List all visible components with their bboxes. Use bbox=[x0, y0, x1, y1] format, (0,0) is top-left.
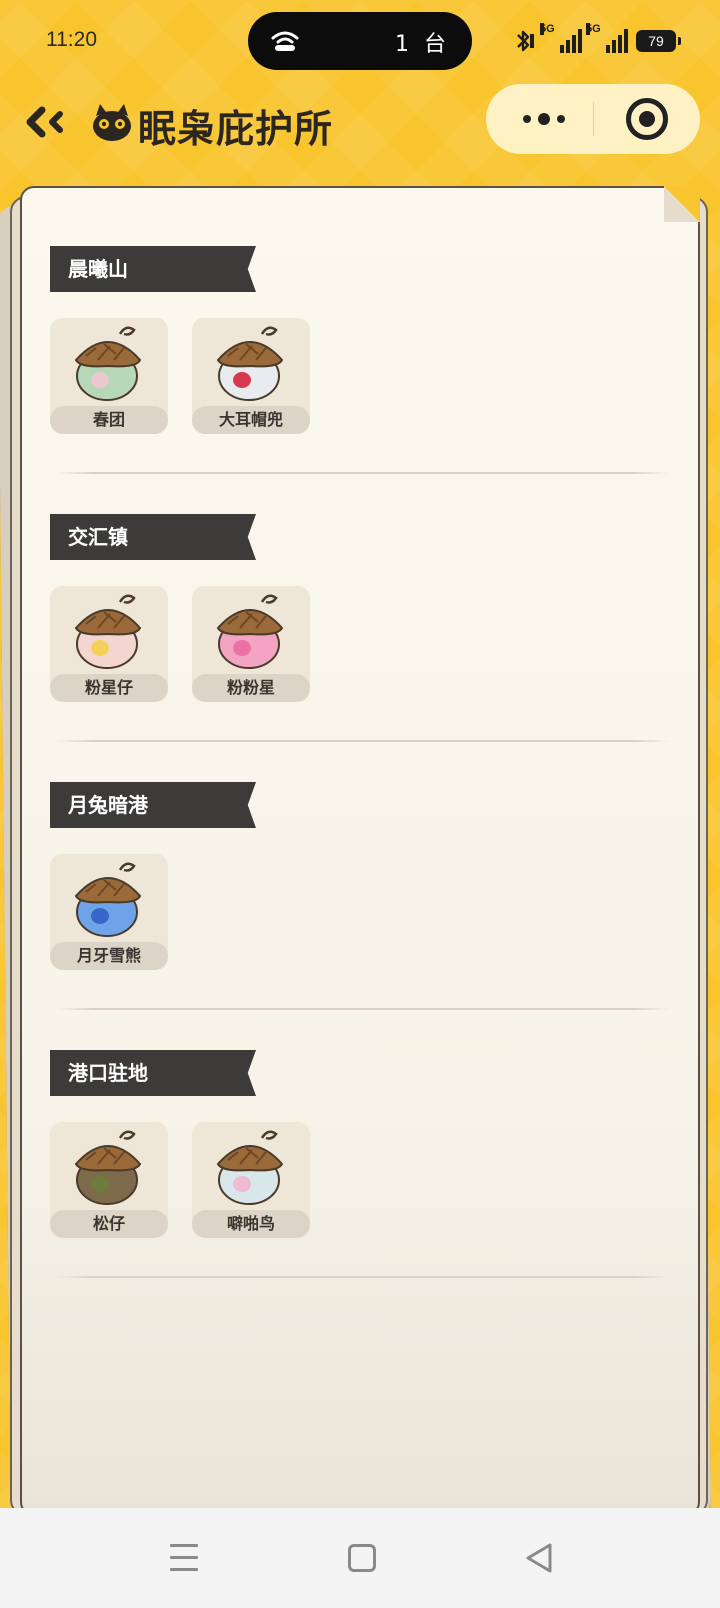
back-chevrons-icon[interactable] bbox=[22, 102, 68, 142]
region-section: 月兔暗港 月牙雪熊 bbox=[50, 782, 670, 982]
back-triangle-icon[interactable] bbox=[524, 1542, 554, 1574]
creature-item[interactable]: 松仔 bbox=[50, 1122, 168, 1238]
creature-item[interactable]: 大耳帽兜 bbox=[192, 318, 310, 434]
creature-name: 月牙雪熊 bbox=[50, 942, 168, 970]
creature-name: 粉星仔 bbox=[50, 674, 168, 702]
status-icons: 5G 5G 79 bbox=[514, 23, 681, 56]
creature-name: 春团 bbox=[50, 406, 168, 434]
creature-name: 噼啪鸟 bbox=[192, 1210, 310, 1238]
island-text: 1 台 bbox=[395, 32, 450, 57]
hotspot-icon bbox=[271, 31, 299, 51]
region-section: 晨曦山春团 大耳帽兜 bbox=[50, 246, 670, 446]
more-options-button[interactable] bbox=[516, 106, 572, 132]
battery-icon: 79 bbox=[636, 30, 681, 52]
acorn-creature-icon bbox=[74, 862, 142, 937]
home-button[interactable] bbox=[348, 1544, 376, 1572]
app-header: 眠枭庇护所 bbox=[0, 84, 720, 184]
acorn-creature-icon bbox=[74, 326, 142, 401]
status-bar: 11:20 1 台 5G 5G 79 bbox=[0, 0, 720, 84]
recent-apps-button[interactable] bbox=[170, 1544, 198, 1574]
creature-item[interactable]: 粉粉星 bbox=[192, 586, 310, 702]
region-section: 交汇镇粉星仔 粉粉星 bbox=[50, 514, 670, 714]
owl-logo-icon bbox=[93, 104, 131, 141]
signal-5g-icon-2: 5G bbox=[586, 23, 628, 53]
section-divider bbox=[56, 740, 670, 742]
region-title: 港口驻地 bbox=[50, 1050, 256, 1096]
bluetooth-icon bbox=[517, 30, 534, 52]
miniprogram-capsule bbox=[486, 84, 700, 154]
region-title: 晨曦山 bbox=[50, 246, 256, 292]
dynamic-island[interactable]: 1 台 bbox=[248, 12, 472, 70]
system-nav-bar bbox=[0, 1508, 720, 1608]
section-divider bbox=[56, 1276, 670, 1278]
creature-name: 粉粉星 bbox=[192, 674, 310, 702]
region-section: 港口驻地松仔 噼啪鸟 bbox=[50, 1050, 670, 1250]
acorn-creature-icon bbox=[216, 594, 284, 669]
signal-5g-icon: 5G bbox=[540, 23, 582, 53]
capsule-divider bbox=[593, 102, 594, 136]
creature-item[interactable]: 月牙雪熊 bbox=[50, 854, 168, 970]
region-title: 交汇镇 bbox=[50, 514, 256, 560]
app-title: 眠枭庇护所 bbox=[138, 107, 334, 151]
region-title: 月兔暗港 bbox=[50, 782, 256, 828]
acorn-creature-icon bbox=[74, 1130, 142, 1205]
creature-name: 大耳帽兜 bbox=[192, 406, 310, 434]
status-time: 11:20 bbox=[46, 28, 97, 51]
acorn-creature-icon bbox=[74, 594, 142, 669]
section-divider bbox=[56, 1008, 670, 1010]
paper-fold-corner bbox=[664, 186, 700, 222]
creature-item[interactable]: 春团 bbox=[50, 318, 168, 434]
acorn-creature-icon bbox=[216, 1130, 284, 1205]
creature-name: 松仔 bbox=[50, 1210, 168, 1238]
creature-item[interactable]: 粉星仔 bbox=[50, 586, 168, 702]
section-divider bbox=[56, 472, 670, 474]
acorn-creature-icon bbox=[216, 326, 284, 401]
close-miniprogram-button[interactable] bbox=[626, 98, 668, 140]
creature-item[interactable]: 噼啪鸟 bbox=[192, 1122, 310, 1238]
